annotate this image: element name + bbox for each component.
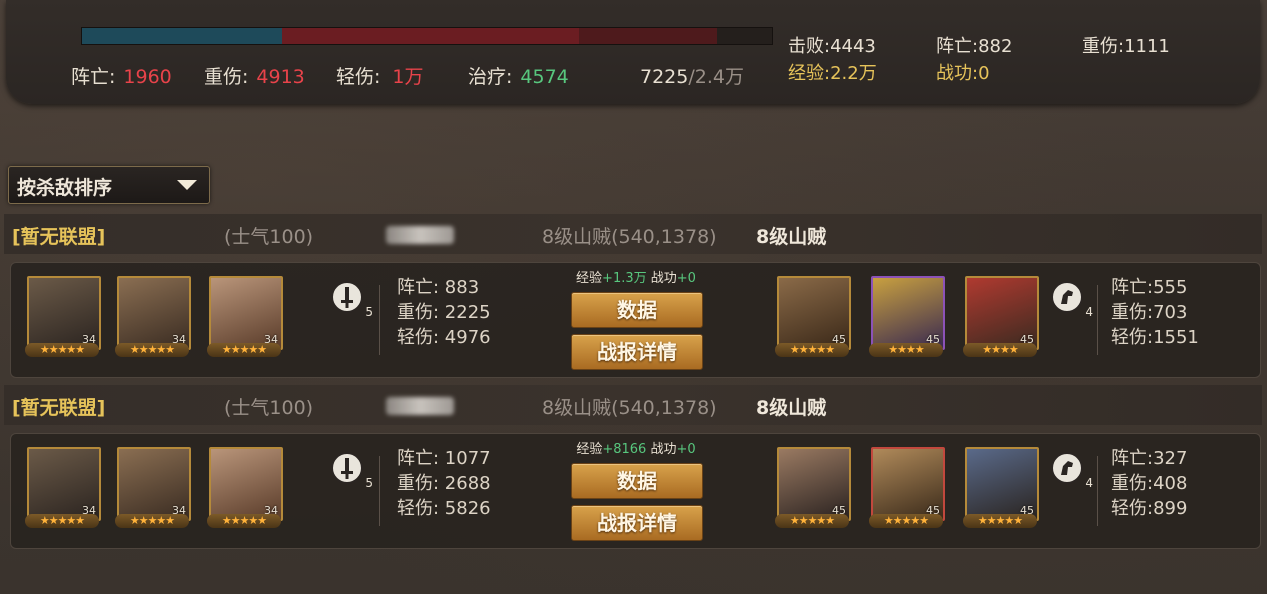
data-button[interactable]: 数据 <box>571 292 703 328</box>
divider <box>1097 285 1098 355</box>
summary-exp: 经验:2.2万 <box>788 63 877 84</box>
target-location[interactable]: 8级山贼(540,1378) <box>542 393 717 423</box>
troop-bar-dead <box>82 28 282 44</box>
morale-label: (士气100) <box>224 226 314 248</box>
player-hero-portrait[interactable]: 34 <box>117 276 191 350</box>
summary-heal: 治疗: 4574 <box>468 66 569 88</box>
summary-dead: 阵亡: 1960 <box>71 66 172 88</box>
player-light: 轻伤: 4976 <box>397 327 491 348</box>
enemy-name: 8级山贼 <box>756 226 827 248</box>
sword-icon: 5 <box>331 281 373 319</box>
morale-label: (士气100) <box>224 397 314 419</box>
tool-count: 4 <box>1085 476 1093 490</box>
summary-severe: 重伤: 4913 <box>204 66 305 88</box>
reward-merit-label: 战功 <box>650 271 677 286</box>
divider <box>379 285 380 355</box>
reward-merit-label: 战功 <box>650 442 677 457</box>
hero-stars: ★★★★★ <box>963 514 1037 528</box>
hero-stars: ★★★★★ <box>25 514 99 528</box>
enemy-stats: 阵亡:555 重伤:703 轻伤:1551 <box>1111 275 1199 350</box>
hero-stars: ★★★★★ <box>115 514 189 528</box>
summary-merit: 战功:0 <box>936 63 990 84</box>
blurred-player-name <box>386 397 454 415</box>
report-detail-button[interactable]: 战报详情 <box>571 334 703 370</box>
enemy-hero-portrait[interactable]: 45 <box>965 447 1039 521</box>
player-hero-portrait[interactable]: 34 <box>209 276 283 350</box>
player-dead: 阵亡: 1077 <box>397 448 491 469</box>
tool-count: 4 <box>1085 305 1093 319</box>
player-stats: 阵亡: 1077 重伤: 2688 轻伤: 5826 <box>397 446 491 521</box>
hero-stars: ★★★★★ <box>115 343 189 357</box>
data-button[interactable]: 数据 <box>571 463 703 499</box>
player-hero-portrait[interactable]: 34 <box>27 447 101 521</box>
target-location[interactable]: 8级山贼(540,1378) <box>542 222 717 252</box>
troop-bar-light <box>579 28 717 44</box>
troop-bar <box>81 27 773 45</box>
divider <box>379 456 380 526</box>
chevron-down-icon <box>177 180 197 190</box>
enemy-dead: 阵亡:327 <box>1111 448 1188 469</box>
enemy-severe: 重伤:408 <box>1111 473 1188 494</box>
hero-stars: ★★★★★ <box>25 343 99 357</box>
enemy-stats: 阵亡:327 重伤:408 轻伤:899 <box>1111 446 1187 521</box>
player-light: 轻伤: 5826 <box>397 498 491 519</box>
hero-stars: ★★★★★ <box>775 343 849 357</box>
report-detail-button[interactable]: 战报详情 <box>571 505 703 541</box>
reward-exp-label: 经验 <box>576 271 603 286</box>
summary-panel: 阵亡: 1960 重伤: 4913 轻伤: 1万 治疗: 4574 7225/2.4万 … <box>6 0 1260 104</box>
summary-dead2: 阵亡:882 <box>936 36 1013 57</box>
player-hero-portrait[interactable]: 34 <box>27 276 101 350</box>
reward-exp: +1.3万 <box>602 271 647 286</box>
enemy-hero-portrait[interactable]: 45 <box>965 276 1039 350</box>
player-severe: 重伤: 2688 <box>397 473 491 494</box>
reward-exp: +8166 <box>602 442 647 457</box>
battle-report-card: 34 ★★★★★ 34 ★★★★★ 34 ★★★★★ 5 阵亡: 1077 重伤: 2688… <box>10 433 1261 549</box>
summary-light: 轻伤: 1万 <box>336 66 424 88</box>
enemy-hero-portrait[interactable]: 45 <box>871 276 945 350</box>
enemy-dead: 阵亡:555 <box>1111 277 1188 298</box>
summary-troops: 7225/2.4万 <box>640 66 744 88</box>
divider <box>1097 456 1098 526</box>
reward-line: 经验+8166 战功+0 <box>571 438 701 457</box>
sort-dropdown-label: 按杀敌排序 <box>17 177 113 199</box>
enemy-hero-portrait[interactable]: 45 <box>871 447 945 521</box>
horse-icon: 4 <box>1051 452 1093 490</box>
enemy-light: 轻伤:899 <box>1111 498 1188 519</box>
hero-stars: ★★★★★ <box>207 343 281 357</box>
player-dead: 阵亡: 883 <box>397 277 480 298</box>
alliance-label: [暂无联盟] <box>12 226 106 248</box>
troop-bar-severe <box>282 28 579 44</box>
hero-stars: ★★★★★ <box>775 514 849 528</box>
reward-merit: +0 <box>676 271 696 286</box>
enemy-light: 轻伤:1551 <box>1111 327 1199 348</box>
enemy-hero-portrait[interactable]: 45 <box>777 276 851 350</box>
reward-merit: +0 <box>676 442 696 457</box>
summary-defeat: 击败:4443 <box>788 36 876 57</box>
player-severe: 重伤: 2225 <box>397 302 491 323</box>
enemy-name: 8级山贼 <box>756 397 827 419</box>
reward-line: 经验+1.3万 战功+0 <box>571 267 701 286</box>
player-hero-portrait[interactable]: 34 <box>209 447 283 521</box>
horse-icon: 4 <box>1051 281 1093 319</box>
blurred-player-name <box>386 226 454 244</box>
sort-dropdown[interactable]: 按杀敌排序 <box>8 166 210 204</box>
alliance-label: [暂无联盟] <box>12 397 106 419</box>
battle-report-card: 34 ★★★★★ 34 ★★★★★ 34 ★★★★★ 5 阵亡: 883 重伤: 2225 … <box>10 262 1261 378</box>
enemy-hero-portrait[interactable]: 45 <box>777 447 851 521</box>
sword-icon: 5 <box>331 452 373 490</box>
hero-stars: ★★★★★ <box>869 514 943 528</box>
reward-exp-label: 经验 <box>576 442 603 457</box>
player-hero-portrait[interactable]: 34 <box>117 447 191 521</box>
enemy-severe: 重伤:703 <box>1111 302 1188 323</box>
tool-count: 5 <box>365 476 373 490</box>
hero-stars: ★★★★ <box>963 343 1037 357</box>
hero-stars: ★★★★★ <box>207 514 281 528</box>
player-stats: 阵亡: 883 重伤: 2225 轻伤: 4976 <box>397 275 491 350</box>
hero-stars: ★★★★ <box>869 343 943 357</box>
summary-severe2: 重伤:1111 <box>1082 36 1170 57</box>
tool-count: 5 <box>365 305 373 319</box>
